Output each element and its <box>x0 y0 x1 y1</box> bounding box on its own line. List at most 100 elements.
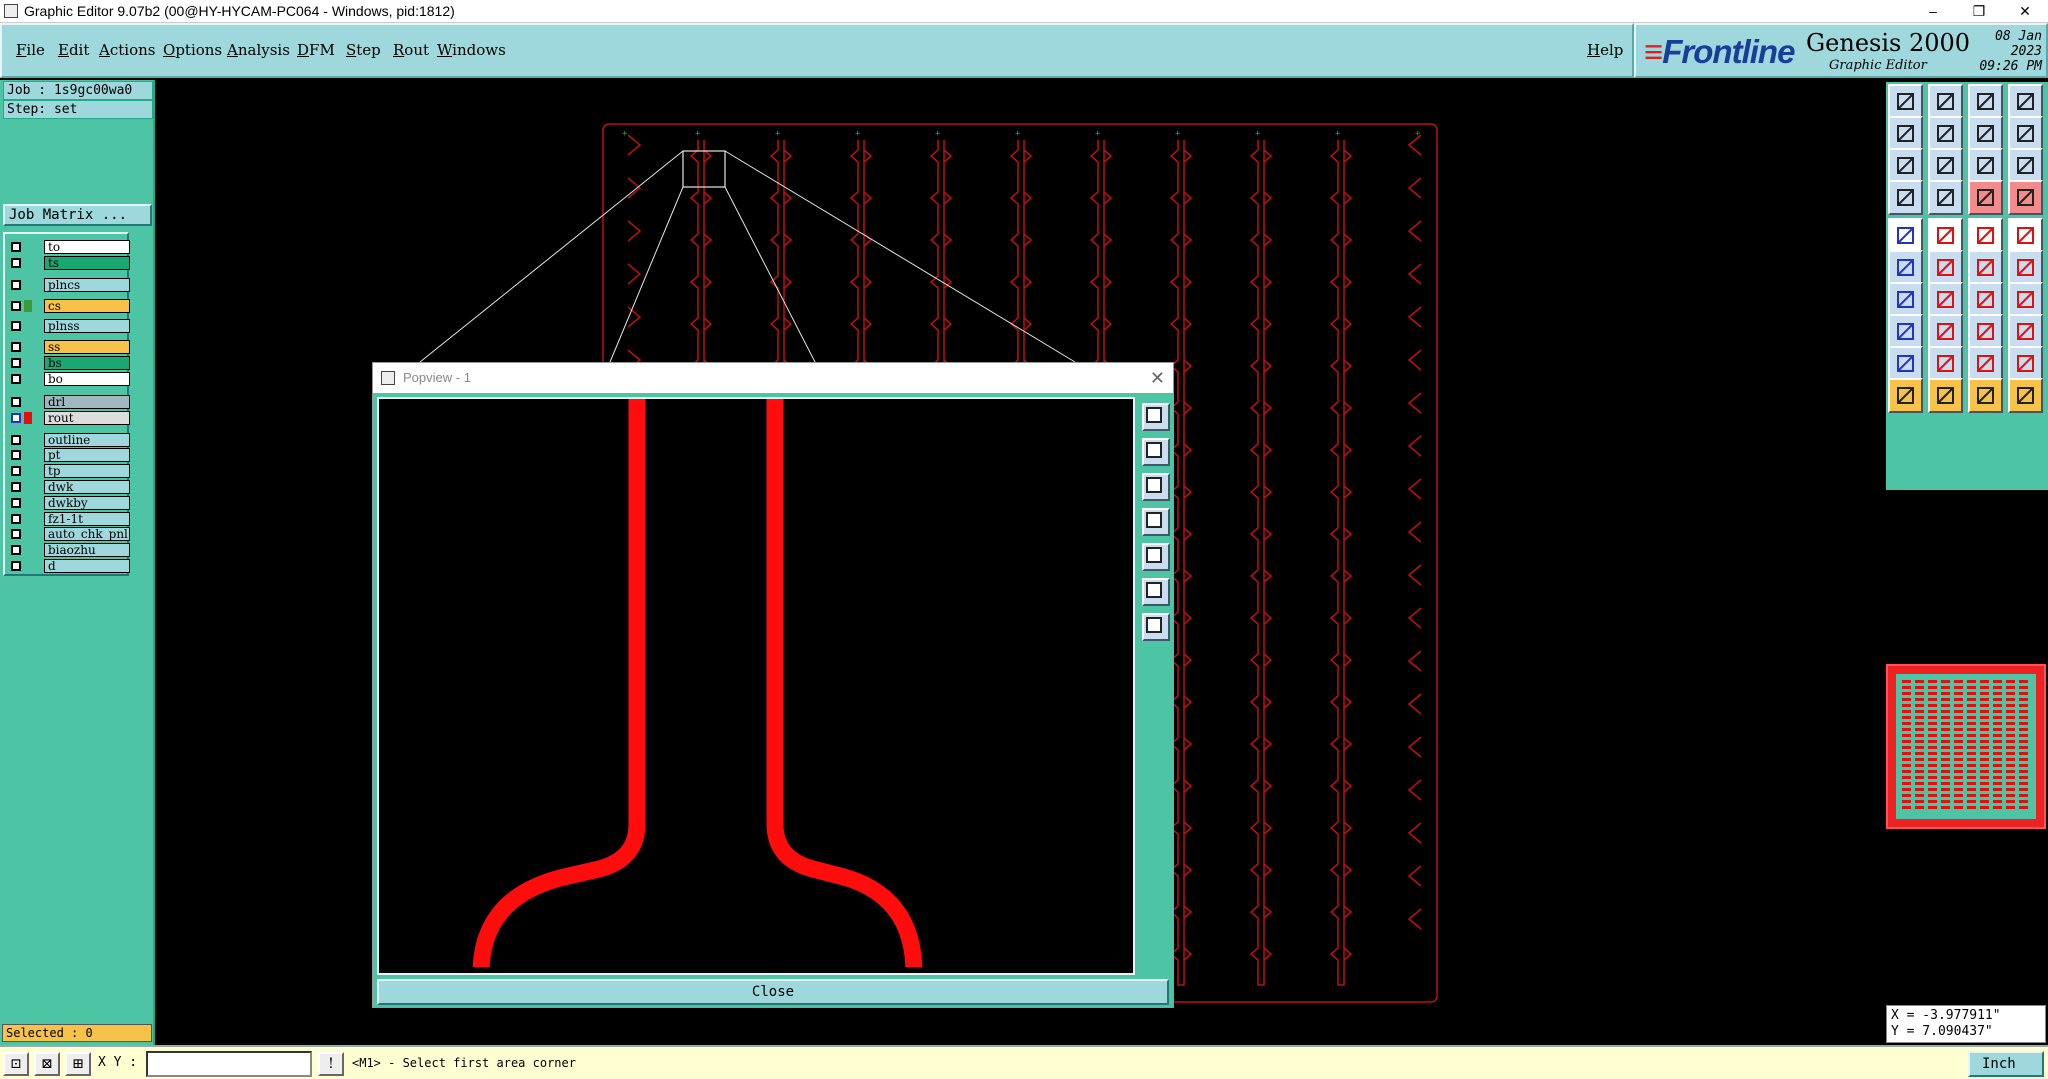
menu-analysis[interactable]: Analysis <box>227 41 290 59</box>
layer-name[interactable]: ts <box>44 256 130 270</box>
layer-checkbox[interactable] <box>11 280 21 290</box>
layer-row-biaozhu[interactable]: biaozhu <box>8 543 130 557</box>
minus-icon[interactable] <box>1928 314 1963 349</box>
snap-alt-icon[interactable] <box>2008 180 2043 215</box>
layer-name[interactable]: bo <box>44 372 130 386</box>
layer-row-ts[interactable]: ts <box>8 256 130 270</box>
layer-row-plnss[interactable]: plnss <box>8 319 130 333</box>
layer-row-ss[interactable]: ss <box>8 340 130 354</box>
popview-canvas[interactable] <box>377 397 1135 975</box>
info-icon[interactable]: ! <box>318 1052 344 1076</box>
layer-checkbox[interactable] <box>11 482 21 492</box>
maximize-button[interactable]: ❐ <box>1956 0 2002 22</box>
select-area-icon[interactable] <box>1968 378 2003 413</box>
layer-checkbox[interactable] <box>11 466 21 476</box>
copy-icon[interactable] <box>2008 314 2043 349</box>
arrow-b-icon[interactable] <box>1968 346 2003 381</box>
arrow-a-icon[interactable] <box>1928 346 1963 381</box>
job-matrix-button[interactable]: Job Matrix ... <box>3 204 152 226</box>
measure-icon[interactable] <box>1968 314 2003 349</box>
layer-name[interactable]: bs <box>44 356 130 370</box>
s-curve-icon[interactable] <box>2008 116 2043 151</box>
layer-row-auto-chk-pnl[interactable]: auto_chk_pnl <box>8 527 130 541</box>
layer-checkbox[interactable] <box>11 242 21 252</box>
layer-name[interactable]: to <box>44 240 130 254</box>
layer-name[interactable]: ss <box>44 340 130 354</box>
select-multi-icon[interactable] <box>2008 378 2043 413</box>
grid-toggle-icon[interactable] <box>1928 180 1963 215</box>
pv-zoom-icon[interactable] <box>1142 403 1170 431</box>
popview-close-icon[interactable]: ✕ <box>1150 363 1165 393</box>
layer-checkbox[interactable] <box>11 321 21 331</box>
grid-icon[interactable]: ⊞ <box>65 1052 91 1076</box>
layer-name[interactable]: pt <box>44 448 130 462</box>
menu-actions[interactable]: Actions <box>99 41 155 59</box>
layer-row-dwk[interactable]: dwk <box>8 480 130 494</box>
download-icon[interactable] <box>1928 84 1963 119</box>
layer-checkbox[interactable] <box>11 342 21 352</box>
layer-checkbox[interactable] <box>11 413 21 423</box>
close-window-button[interactable]: ✕ <box>2002 0 2048 22</box>
layer-name[interactable]: cs <box>44 299 130 313</box>
snap-icon[interactable]: ⊡ <box>3 1052 29 1076</box>
layer-row-rout[interactable]: rout <box>8 411 130 425</box>
layer-row-plncs[interactable]: plncs <box>8 278 130 292</box>
layer-row-tp[interactable]: tp <box>8 464 130 478</box>
popview-titlebar[interactable]: Popview - 1 ✕ <box>373 363 1173 393</box>
layer-name[interactable]: dwk <box>44 480 130 494</box>
layer-row-fz1-1t[interactable]: fz1-1t <box>8 512 130 526</box>
layer-name[interactable]: auto_chk_pnl <box>44 527 130 541</box>
connect-icon[interactable] <box>1968 250 2003 285</box>
import-icon[interactable] <box>1888 116 1923 151</box>
snap-red-icon[interactable] <box>1968 180 2003 215</box>
menu-options[interactable]: Options <box>163 41 222 59</box>
link-icon[interactable] <box>2008 250 2043 285</box>
layer-checkbox[interactable] <box>11 529 21 539</box>
rotate-icon[interactable] <box>1968 282 2003 317</box>
menu-rout[interactable]: Rout <box>393 41 429 59</box>
xy-input[interactable] <box>146 1051 312 1077</box>
layer-checkbox[interactable] <box>11 397 21 407</box>
pv-center-icon[interactable] <box>1142 613 1170 641</box>
menu-edit[interactable]: Edit <box>58 41 89 59</box>
swap-icon[interactable] <box>1968 116 2003 151</box>
export-icon[interactable] <box>1928 116 1963 151</box>
layer-checkbox[interactable] <box>11 374 21 384</box>
layer-name[interactable]: plncs <box>44 278 130 292</box>
menu-dfm[interactable]: DFM <box>297 41 335 59</box>
dot-icon[interactable] <box>2008 218 2043 253</box>
layer-name[interactable]: biaozhu <box>44 543 130 557</box>
pan-icon[interactable] <box>1928 148 1963 183</box>
corner-icon[interactable] <box>1888 314 1923 349</box>
layer-row-bs[interactable]: bs <box>8 356 130 370</box>
layer-checkbox[interactable] <box>11 435 21 445</box>
zoom-fit-icon[interactable] <box>1888 148 1923 183</box>
nodes-icon[interactable] <box>1888 250 1923 285</box>
upload-icon[interactable] <box>1888 84 1923 119</box>
layer-row-cs[interactable]: cs <box>8 299 130 313</box>
layer-name[interactable]: d <box>44 559 130 573</box>
layer-checkbox[interactable] <box>11 450 21 460</box>
pv-download-icon[interactable] <box>1142 473 1170 501</box>
layer-name[interactable]: outline <box>44 433 130 447</box>
dash-icon[interactable] <box>1968 218 2003 253</box>
pv-fit-icon[interactable] <box>1142 578 1170 606</box>
layer-checkbox[interactable] <box>11 561 21 571</box>
slash-icon[interactable] <box>1928 282 1963 317</box>
menu-help[interactable]: Help <box>1587 41 1623 59</box>
line-icon[interactable] <box>1928 218 1963 253</box>
help-icon[interactable] <box>2008 148 2043 183</box>
layer-row-pt[interactable]: pt <box>8 448 130 462</box>
layer-checkbox[interactable] <box>11 258 21 268</box>
layer-checkbox[interactable] <box>11 301 21 311</box>
arrow-c-icon[interactable] <box>2008 346 2043 381</box>
pv-import-icon[interactable] <box>1142 508 1170 536</box>
layer-checkbox[interactable] <box>11 498 21 508</box>
layer-row-drl[interactable]: drl <box>8 395 130 409</box>
select-add-icon[interactable] <box>1928 378 1963 413</box>
layer-checkbox[interactable] <box>11 358 21 368</box>
home-icon[interactable] <box>1968 84 2003 119</box>
layer-row-d[interactable]: d <box>8 559 130 573</box>
delete-node-icon[interactable] <box>1928 250 1963 285</box>
layer-row-outline[interactable]: outline <box>8 433 130 447</box>
